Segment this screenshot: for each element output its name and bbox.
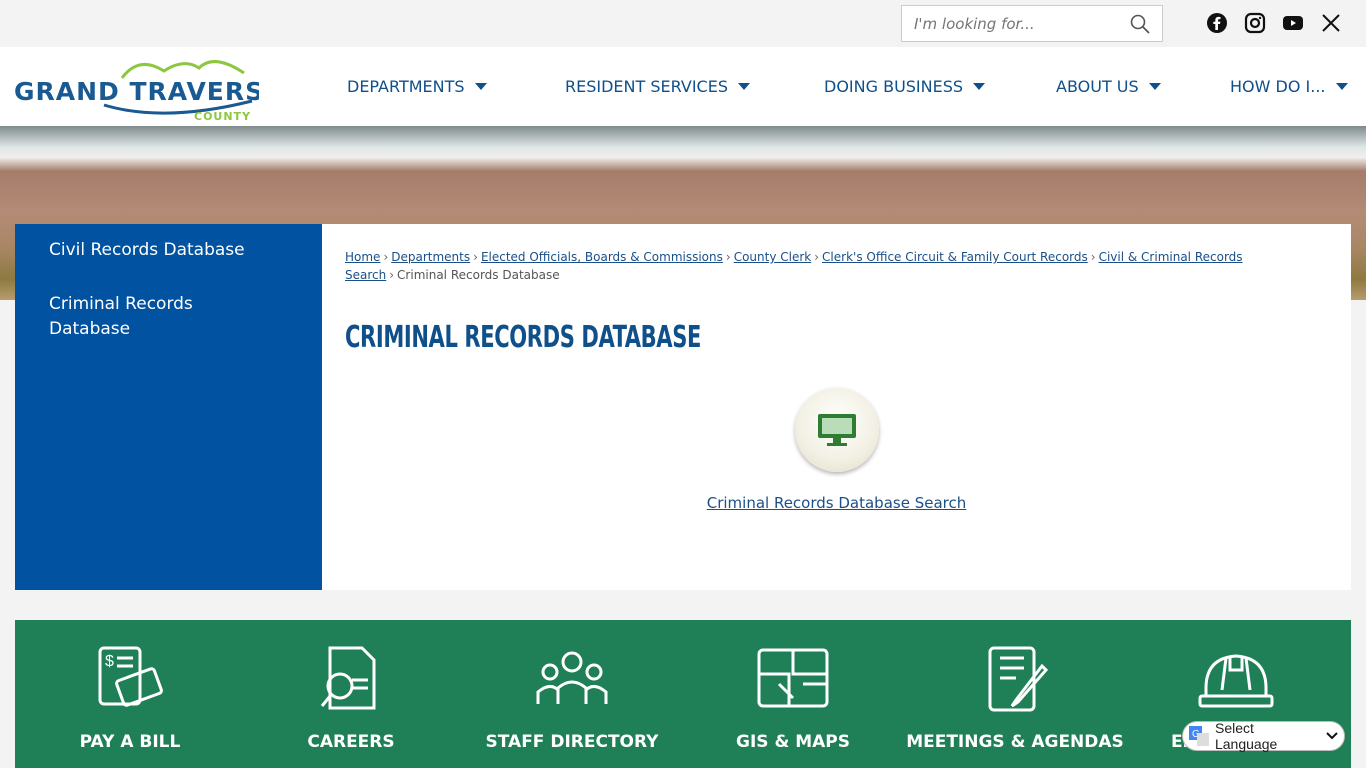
nav-label: DEPARTMENTS bbox=[347, 77, 465, 96]
quick-link-staff-directory[interactable]: STAFF DIRECTORY bbox=[462, 620, 682, 752]
nav-departments[interactable]: DEPARTMENTS bbox=[347, 77, 487, 96]
bill-card-icon: $ bbox=[98, 646, 163, 707]
site-header: GRAND TRAVERSE COUNTY DEPARTMENTS RESIDE… bbox=[0, 47, 1366, 126]
svg-text:GRAND TRAVERSE: GRAND TRAVERSE bbox=[14, 77, 259, 106]
breadcrumb-current: Criminal Records Database bbox=[397, 268, 560, 282]
nav-label: DOING BUSINESS bbox=[824, 77, 964, 96]
sidebar: Civil Records Database Criminal Records … bbox=[15, 224, 322, 590]
nav-label: ABOUT US bbox=[1056, 77, 1139, 96]
breadcrumb-link[interactable]: Clerk's Office Circuit & Family Court Re… bbox=[822, 250, 1088, 264]
breadcrumb-link[interactable]: Elected Officials, Boards & Commissions bbox=[481, 250, 723, 264]
quick-link-label: PAY A BILL bbox=[79, 732, 181, 752]
quick-link-meetings-agendas[interactable]: MEETINGS & AGENDAS bbox=[905, 620, 1125, 752]
facebook-icon[interactable] bbox=[1206, 12, 1228, 34]
youtube-icon[interactable] bbox=[1282, 12, 1304, 34]
hard-hat-icon bbox=[1198, 654, 1274, 708]
page-title: CRIMINAL RECORDS DATABASE bbox=[345, 320, 701, 355]
svg-text:$: $ bbox=[105, 653, 114, 670]
quick-link-gis-maps[interactable]: GIS & MAPS bbox=[683, 620, 903, 752]
site-logo[interactable]: GRAND TRAVERSE COUNTY bbox=[14, 53, 281, 128]
nav-label: HOW DO I... bbox=[1230, 77, 1326, 96]
quick-link-label: CAREERS bbox=[307, 732, 395, 752]
quick-link-label: GIS & MAPS bbox=[736, 732, 850, 752]
nav-doing-business[interactable]: DOING BUSINESS bbox=[824, 77, 986, 96]
search-box[interactable] bbox=[901, 5, 1163, 42]
instagram-icon[interactable] bbox=[1244, 12, 1266, 34]
breadcrumb-link[interactable]: Departments bbox=[391, 250, 470, 264]
quick-link-label: MEETINGS & AGENDAS bbox=[906, 732, 1124, 752]
caret-down-icon bbox=[737, 83, 750, 90]
notebook-pen-icon bbox=[988, 646, 1049, 712]
quick-links-bar: $ PAY A BILL CAREERS STAFF DIRECTORY GIS… bbox=[15, 620, 1351, 768]
nav-how-do-i[interactable]: HOW DO I... bbox=[1230, 77, 1348, 96]
breadcrumb-link[interactable]: Home bbox=[345, 250, 380, 264]
map-icon bbox=[757, 648, 829, 708]
quick-link-careers[interactable]: CAREERS bbox=[241, 620, 461, 752]
main-nav: DEPARTMENTS RESIDENT SERVICES DOING BUSI… bbox=[347, 47, 1366, 126]
svg-text:COUNTY: COUNTY bbox=[194, 110, 251, 123]
top-bar bbox=[0, 0, 1366, 47]
sidebar-item-criminal-records[interactable]: Criminal Records Database bbox=[15, 292, 235, 342]
caret-down-icon bbox=[1148, 83, 1161, 90]
nav-about-us[interactable]: ABOUT US bbox=[1056, 77, 1161, 96]
computer-graphic-button[interactable] bbox=[795, 388, 879, 472]
staff-group-icon bbox=[536, 651, 608, 704]
criminal-records-search-link[interactable]: Criminal Records Database Search bbox=[322, 494, 1351, 512]
monitor-icon bbox=[818, 414, 856, 446]
quick-link-pay-a-bill[interactable]: $ PAY A BILL bbox=[20, 620, 240, 752]
nav-resident-services[interactable]: RESIDENT SERVICES bbox=[565, 77, 750, 96]
search-input[interactable] bbox=[914, 14, 1130, 33]
breadcrumb-link[interactable]: County Clerk bbox=[734, 250, 812, 264]
caret-down-icon bbox=[973, 83, 986, 90]
x-icon[interactable] bbox=[1320, 12, 1342, 34]
sidebar-item-civil-records[interactable]: Civil Records Database bbox=[15, 238, 322, 263]
resume-search-icon bbox=[320, 646, 376, 710]
quick-link-label: STAFF DIRECTORY bbox=[485, 732, 659, 752]
google-translate-icon: G bbox=[1189, 726, 1209, 746]
chevron-down-icon bbox=[1326, 732, 1338, 740]
breadcrumb: Home › Departments › Elected Officials, Boar… bbox=[345, 250, 1243, 282]
search-icon[interactable] bbox=[1130, 14, 1150, 34]
caret-down-icon bbox=[474, 83, 487, 90]
quick-link-epermitting[interactable]: EPERMITTING bbox=[1126, 620, 1346, 752]
language-select[interactable]: G Select Language bbox=[1182, 720, 1345, 752]
nav-label: RESIDENT SERVICES bbox=[565, 77, 728, 96]
language-select-label: Select Language bbox=[1214, 720, 1278, 752]
main-content: Home › Departments › Elected Officials, Boar… bbox=[322, 224, 1351, 590]
caret-down-icon bbox=[1335, 83, 1348, 90]
